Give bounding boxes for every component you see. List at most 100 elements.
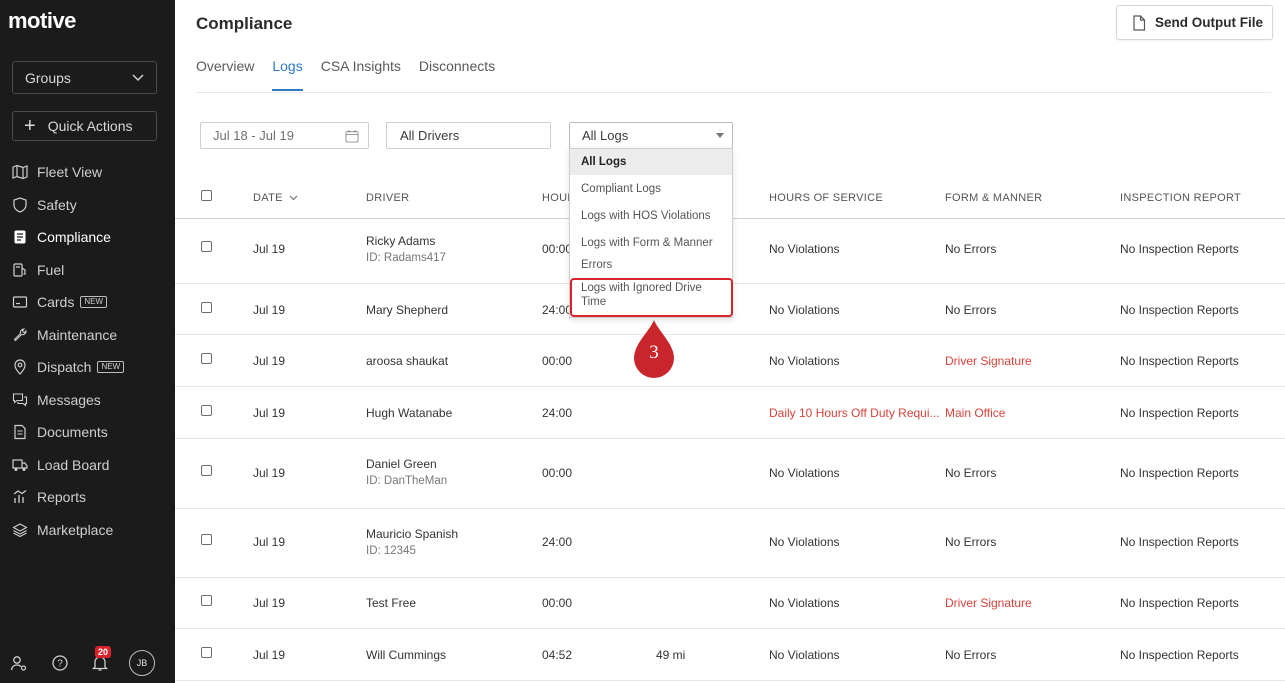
row-hours: 24:00 <box>542 535 573 549</box>
sidebar-item-label: Fleet View <box>37 164 103 181</box>
row-driver-name[interactable]: Mary Shepherd <box>366 303 448 317</box>
groups-select[interactable]: Groups <box>12 61 157 94</box>
logs-filter-select[interactable]: All Logs <box>569 122 733 149</box>
sidebar-footer: ? 20 JB <box>0 646 175 680</box>
option-logs-with-form-manner-line2[interactable]: Errors <box>570 254 732 276</box>
table-row[interactable]: Jul 19 Mauricio Spanish ID: 12345 24:00 … <box>175 509 1285 578</box>
column-header-date-label: DATE <box>253 192 283 204</box>
quick-actions-label: Quick Actions <box>47 118 133 134</box>
sidebar-item-load-board[interactable]: Load Board <box>0 449 175 482</box>
row-date: Jul 19 <box>253 466 286 480</box>
notification-count-badge: 20 <box>95 646 112 658</box>
svg-text:?: ? <box>57 659 63 670</box>
row-checkbox[interactable] <box>201 241 212 252</box>
row-driver-name[interactable]: Ricky Adams <box>366 234 435 248</box>
row-driver-id: ID: Radams417 <box>366 252 446 264</box>
sidebar-item-compliance[interactable]: Compliance <box>0 221 175 254</box>
send-output-file-label: Send Output File <box>1155 15 1263 30</box>
sidebar-item-marketplace[interactable]: Marketplace <box>0 514 175 547</box>
user-settings-icon[interactable] <box>10 654 28 672</box>
row-driver-id: ID: 12345 <box>366 545 416 557</box>
map-icon <box>12 164 28 180</box>
sidebar-item-label: Marketplace <box>37 521 114 538</box>
table-row[interactable]: Jul 19 Daniel Green ID: DanTheMan 00:00 … <box>175 439 1285 509</box>
option-logs-with-hos-violations[interactable]: Logs with HOS Violations <box>570 205 732 227</box>
sidebar-item-cards[interactable]: Cards NEW <box>0 286 175 319</box>
help-icon[interactable]: ? <box>51 654 69 672</box>
groups-label: Groups <box>25 69 71 86</box>
sidebar-item-documents[interactable]: Documents <box>0 416 175 449</box>
column-header-driver: DRIVER <box>366 192 410 204</box>
row-hours: 00:00 <box>542 354 573 368</box>
row-hos: No Violations <box>769 303 840 317</box>
sidebar-item-fleet-view[interactable]: Fleet View <box>0 156 175 189</box>
tab-disconnects[interactable]: Disconnects <box>419 58 495 91</box>
table-row[interactable]: Jul 19 aroosa shaukat 00:00 No Violation… <box>175 335 1285 387</box>
table-row[interactable]: Jul 19 Will Cummings 04:52 49 mi No Viol… <box>175 629 1285 681</box>
row-hos: No Violations <box>769 354 840 368</box>
row-form-manner: No Errors <box>945 535 997 549</box>
table-row[interactable]: Jul 19 Hugh Watanabe 24:00 Daily 10 Hour… <box>175 387 1285 439</box>
main-content: Compliance Send Output File Overview Log… <box>175 0 1285 683</box>
row-hos: No Violations <box>769 242 840 256</box>
sidebar-item-dispatch[interactable]: Dispatch NEW <box>0 351 175 384</box>
row-checkbox[interactable] <box>201 647 212 658</box>
fuel-icon <box>12 262 28 278</box>
tab-overview[interactable]: Overview <box>196 58 254 91</box>
row-inspection: No Inspection Reports <box>1120 648 1239 662</box>
sidebar-item-label: Compliance <box>37 229 111 246</box>
row-form-manner: No Errors <box>945 303 997 317</box>
new-badge: NEW <box>97 361 125 374</box>
date-range-filter[interactable]: Jul 18 - Jul 19 <box>200 122 369 149</box>
chevron-down-icon <box>132 73 144 81</box>
motive-logo[interactable]: motive <box>8 8 76 34</box>
row-form-manner: No Errors <box>945 242 997 256</box>
row-driver-name[interactable]: Hugh Watanabe <box>366 406 452 420</box>
row-checkbox[interactable] <box>201 465 212 476</box>
quick-actions-button[interactable]: + Quick Actions <box>12 111 157 141</box>
row-form-manner[interactable]: Driver Signature <box>945 354 1032 368</box>
row-hours: 24:00 <box>542 406 573 420</box>
sidebar-item-label: Cards <box>37 294 75 311</box>
option-logs-with-form-manner-line1[interactable]: Logs with Form & Manner <box>570 232 732 254</box>
row-form-manner: No Errors <box>945 466 997 480</box>
sidebar-item-label: Maintenance <box>37 326 118 343</box>
option-compliant-logs[interactable]: Compliant Logs <box>570 178 732 200</box>
row-checkbox[interactable] <box>201 405 212 416</box>
row-driver-name[interactable]: Mauricio Spanish <box>366 527 458 541</box>
row-checkbox[interactable] <box>201 302 212 313</box>
row-inspection: No Inspection Reports <box>1120 596 1239 610</box>
document-icon <box>12 229 28 245</box>
send-output-file-button[interactable]: Send Output File <box>1116 5 1273 40</box>
row-checkbox[interactable] <box>201 353 212 364</box>
row-form-manner[interactable]: Main Office <box>945 406 1005 420</box>
sidebar-item-messages[interactable]: Messages <box>0 384 175 417</box>
row-inspection: No Inspection Reports <box>1120 406 1239 420</box>
tab-bar: Overview Logs CSA Insights Disconnects <box>196 58 513 91</box>
sidebar-item-fuel[interactable]: Fuel <box>0 254 175 287</box>
tab-logs[interactable]: Logs <box>272 58 303 91</box>
row-driver-name[interactable]: Will Cummings <box>366 648 446 662</box>
date-range-value: Jul 18 - Jul 19 <box>213 128 294 143</box>
table-row[interactable]: Jul 19 Test Free 00:00 No Violations Dri… <box>175 578 1285 629</box>
avatar[interactable]: JB <box>129 650 155 676</box>
row-form-manner[interactable]: Driver Signature <box>945 596 1032 610</box>
row-checkbox[interactable] <box>201 534 212 545</box>
sidebar-item-safety[interactable]: Safety <box>0 189 175 222</box>
row-hos[interactable]: Daily 10 Hours Off Duty Requi... <box>769 406 940 420</box>
tab-csa-insights[interactable]: CSA Insights <box>321 58 401 91</box>
row-driver-name[interactable]: aroosa shaukat <box>366 354 448 368</box>
drivers-filter[interactable]: All Drivers <box>386 122 551 149</box>
row-checkbox[interactable] <box>201 595 212 606</box>
row-driver-name[interactable]: Test Free <box>366 596 416 610</box>
row-date: Jul 19 <box>253 354 286 368</box>
select-all-checkbox[interactable] <box>201 190 212 201</box>
row-date: Jul 19 <box>253 303 286 317</box>
column-header-date[interactable]: DATE <box>253 192 298 204</box>
option-all-logs[interactable]: All Logs <box>570 149 732 175</box>
sidebar-item-reports[interactable]: Reports <box>0 481 175 514</box>
row-driver-name[interactable]: Daniel Green <box>366 457 437 471</box>
logs-filter-value: All Logs <box>582 128 629 143</box>
documents-icon <box>12 424 28 440</box>
sidebar-item-maintenance[interactable]: Maintenance <box>0 319 175 352</box>
